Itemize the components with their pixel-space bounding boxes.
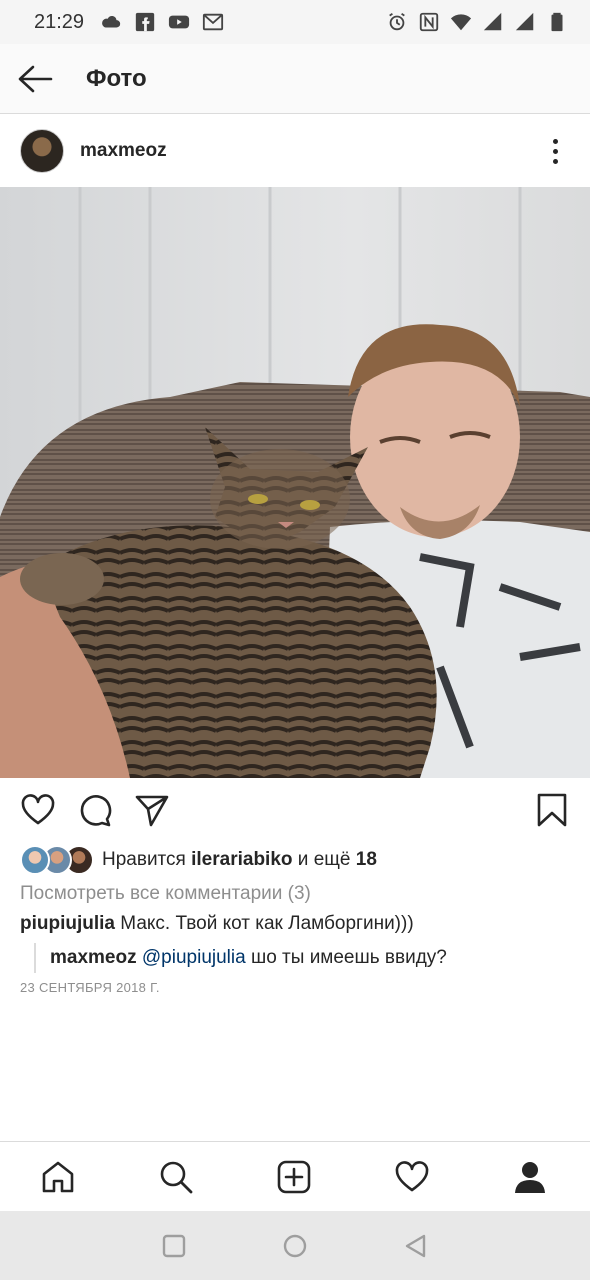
activity-heart-icon (395, 1161, 429, 1192)
post-actions (0, 790, 590, 834)
nfc-icon (418, 11, 440, 33)
cloud-icon (100, 11, 122, 33)
comment-button[interactable] (75, 790, 115, 830)
post-photo[interactable] (0, 187, 590, 778)
page-title: Фото (86, 64, 147, 92)
more-vertical-icon (552, 138, 558, 144)
facebook-icon (134, 11, 156, 33)
profile-icon (515, 1162, 545, 1193)
status-time: 21:29 (34, 10, 85, 33)
likes-prefix: Нравится (102, 849, 186, 870)
more-dot (552, 148, 558, 154)
avatar[interactable] (20, 129, 64, 173)
circle-icon (283, 1234, 307, 1258)
liker-avatars (20, 845, 94, 875)
reply-text: шо ты имеешь ввиду? (250, 947, 447, 968)
likes-count[interactable]: 18 (356, 849, 377, 870)
status-bar: 21:29 (0, 0, 590, 44)
youtube-icon (168, 11, 190, 33)
triangle-back-icon (405, 1234, 426, 1258)
bottom-tab-bar (0, 1141, 590, 1211)
comment-text: Макс. Твой кот как Ламборгини))) (120, 913, 414, 934)
signal-icon (482, 11, 504, 33)
system-nav-bar (0, 1211, 590, 1280)
square-icon (162, 1234, 186, 1258)
gmail-icon (202, 11, 224, 33)
send-icon (135, 795, 169, 827)
likes-text: Нравится ilerariabiko и ещё 18 (102, 849, 377, 871)
tab-home[interactable] (35, 1154, 81, 1200)
likes-middle: и ещё (297, 849, 351, 870)
like-button[interactable] (18, 790, 58, 830)
more-options-button[interactable] (540, 131, 570, 171)
avatar (20, 845, 50, 875)
more-dot (552, 158, 558, 164)
post-username[interactable]: maxmeoz (80, 140, 167, 162)
likes-user[interactable]: ilerariabiko (191, 849, 292, 870)
tab-search[interactable] (153, 1154, 199, 1200)
photo-illustration (0, 187, 590, 778)
reply-mention[interactable]: @piupiujulia (142, 947, 246, 969)
post-header: maxmeoz (0, 115, 590, 187)
likes-row[interactable]: Нравится ilerariabiko и ещё 18 (20, 843, 377, 877)
comment-icon (80, 795, 112, 827)
battery-icon (546, 11, 568, 33)
view-all-comments-link[interactable]: Посмотреть все комментарии (3) (20, 883, 311, 905)
tab-new-post[interactable] (271, 1154, 317, 1200)
app-header: Фото (0, 44, 590, 114)
back-button[interactable] (0, 44, 70, 114)
save-button[interactable] (532, 790, 572, 830)
signal-icon-2 (514, 11, 536, 33)
post-date: 23 СЕНТЯБРЯ 2018 Г. (20, 980, 160, 995)
home-nav-button[interactable] (282, 1233, 308, 1259)
comment: piupiujulia Макс. Твой кот как Ламборгин… (20, 913, 414, 935)
comment-user[interactable]: piupiujulia (20, 913, 115, 934)
home-icon (42, 1161, 74, 1193)
bookmark-icon (537, 793, 567, 827)
add-post-icon (277, 1160, 311, 1194)
arrow-left-icon (18, 65, 53, 92)
wifi-icon (450, 11, 472, 33)
back-nav-button[interactable] (403, 1233, 429, 1259)
reply-user[interactable]: maxmeoz (50, 947, 137, 969)
reply-comment: maxmeoz @piupiujulia шо ты имеешь ввиду? (34, 943, 447, 973)
tab-activity[interactable] (389, 1154, 435, 1200)
heart-icon (21, 794, 55, 825)
search-icon (160, 1161, 193, 1194)
share-button[interactable] (132, 790, 172, 830)
recents-button[interactable] (161, 1233, 187, 1259)
tab-profile[interactable] (507, 1154, 553, 1200)
alarm-icon (386, 11, 408, 33)
